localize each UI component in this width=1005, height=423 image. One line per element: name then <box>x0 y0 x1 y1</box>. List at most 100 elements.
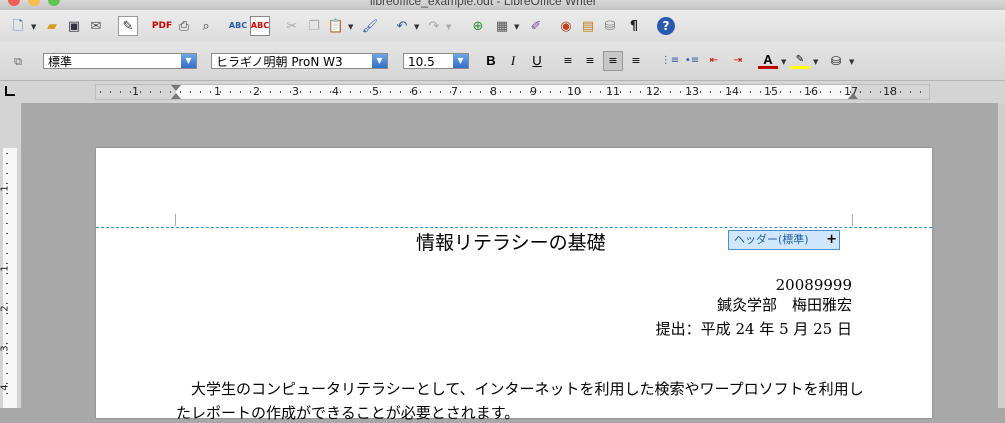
numbering-icon[interactable]: ⋮≡ <box>660 51 680 71</box>
ruler-tick <box>740 91 741 93</box>
ruler-number: 1 <box>0 185 11 192</box>
highlight-icon[interactable]: ✎ <box>790 51 810 69</box>
ruler-tick <box>100 91 101 93</box>
print-icon[interactable]: ⎙ <box>174 16 194 36</box>
align-left-icon[interactable]: ≡ <box>558 51 578 71</box>
new-dropdown-arrow[interactable]: ▼ <box>31 23 36 31</box>
print-preview-icon[interactable]: ⌕ <box>196 16 216 36</box>
left-indent-marker[interactable] <box>171 93 181 99</box>
submission-date: 提出：平成 24 年 5 月 25 日 <box>655 320 852 338</box>
ruler-tick <box>6 353 8 354</box>
chevron-down-icon[interactable]: ▼ <box>181 54 196 68</box>
ruler-tick <box>480 91 481 93</box>
paste-dropdown-arrow[interactable]: ▼ <box>348 23 353 31</box>
auto-spellcheck-icon[interactable]: ABC <box>250 16 270 36</box>
gallery-icon[interactable]: ▤ <box>578 16 598 36</box>
zoom-window-button[interactable] <box>48 0 60 6</box>
paragraph-style-select[interactable]: 標準 ▼ <box>43 53 197 69</box>
minimize-window-button[interactable] <box>28 0 40 6</box>
ruler-tick <box>620 91 621 93</box>
tab-stop-icon[interactable] <box>5 86 15 96</box>
decrease-indent-icon[interactable]: ⇤ <box>704 51 724 71</box>
ruler-number: 11 <box>606 85 620 98</box>
ruler-tick <box>650 91 651 93</box>
font-name-select[interactable]: ヒラギノ明朝 ProN W3 ▼ <box>211 53 388 69</box>
hyperlink-icon[interactable]: ⊕ <box>468 16 488 36</box>
ruler-tick <box>350 91 351 93</box>
italic-button[interactable]: I <box>503 51 523 71</box>
increase-indent-icon[interactable]: ⇥ <box>728 51 748 71</box>
table-icon[interactable]: ▦ <box>492 16 512 36</box>
show-draw-functions-icon[interactable]: ✐ <box>526 16 546 36</box>
save-icon[interactable]: ▣ <box>64 16 84 36</box>
cut-icon[interactable]: ✂ <box>282 16 302 36</box>
chevron-down-icon[interactable]: ▼ <box>372 54 387 68</box>
document-page[interactable]: 情報リテラシーの基礎 ヘッダー(標準) + 20089999 鍼灸学部 梅田雅宏… <box>96 148 932 422</box>
highlight-dropdown-arrow[interactable]: ▼ <box>813 58 818 66</box>
underline-button[interactable]: U <box>527 51 547 71</box>
ruler-tick <box>6 333 8 334</box>
ruler-tick <box>300 91 301 93</box>
styles-formatting-icon[interactable]: ⧉ <box>8 51 28 71</box>
add-header-icon[interactable]: + <box>826 231 837 249</box>
ruler-number: 15 <box>764 85 778 98</box>
ruler-tick <box>820 91 821 93</box>
ruler-tick <box>440 91 441 93</box>
table-dropdown-arrow[interactable]: ▼ <box>514 23 519 31</box>
ruler-tick <box>370 91 371 93</box>
spellcheck-icon[interactable]: ABC <box>228 16 248 36</box>
ruler-tick <box>280 91 281 93</box>
edit-mode-icon[interactable]: ✎ <box>118 16 138 36</box>
copy-icon[interactable]: ❐ <box>304 16 324 36</box>
undo-icon[interactable]: ↶ <box>392 16 412 36</box>
background-color-dropdown-arrow[interactable]: ▼ <box>849 58 854 66</box>
undo-dropdown-arrow[interactable]: ▼ <box>414 23 419 31</box>
ruler-tick <box>160 91 161 93</box>
department-name: 鍼灸学部 梅田雅宏 <box>716 296 852 314</box>
ruler-tick <box>6 283 8 284</box>
vertical-scrollbar[interactable] <box>998 103 1005 408</box>
ruler-tick <box>290 91 291 93</box>
navigator-icon[interactable]: ◉ <box>556 16 576 36</box>
ruler-tick <box>500 91 501 93</box>
bullets-icon[interactable]: •≡ <box>682 51 702 71</box>
redo-dropdown-arrow[interactable]: ▼ <box>446 23 451 31</box>
header-edit-tag[interactable]: ヘッダー(標準) + <box>728 230 840 250</box>
bold-button[interactable]: B <box>481 51 501 71</box>
font-color-button[interactable]: A <box>758 51 778 69</box>
help-icon[interactable]: ? <box>656 16 676 36</box>
ruler-tick <box>710 91 711 93</box>
paragraph-style-value: 標準 <box>48 55 73 69</box>
horizontal-ruler[interactable]: 1 1 2 3 4 5 6 7 8 9 10 11 12 13 14 15 16… <box>95 84 930 100</box>
vertical-ruler[interactable]: 1 1 2 3 4 <box>0 103 22 408</box>
ruler-tick <box>830 91 831 93</box>
new-document-icon[interactable]: 🗋 <box>8 16 28 36</box>
close-window-button[interactable] <box>8 0 20 6</box>
ruler-tick <box>6 223 8 224</box>
align-center-icon[interactable]: ≡ <box>580 51 600 71</box>
formatting-marks-icon[interactable]: ¶ <box>624 16 644 36</box>
email-icon[interactable]: ✉ <box>86 16 106 36</box>
redo-icon[interactable]: ↷ <box>424 16 444 36</box>
paste-icon[interactable]: 📋 <box>326 16 346 36</box>
ruler-tick <box>270 91 271 93</box>
background-color-icon[interactable]: ⛁ <box>826 51 846 71</box>
ruler-tick <box>6 183 8 184</box>
clone-formatting-icon[interactable]: 🖌 <box>360 16 380 36</box>
ruler-tick <box>250 91 251 93</box>
data-sources-icon[interactable]: ⛁ <box>600 16 620 36</box>
chevron-down-icon[interactable]: ▼ <box>453 54 468 68</box>
ruler-tick <box>6 293 8 294</box>
ruler-tick <box>6 203 8 204</box>
open-icon[interactable]: ▰ <box>42 16 62 36</box>
ruler-tick <box>130 91 131 93</box>
font-size-select[interactable]: 10.5 ▼ <box>403 53 469 69</box>
justify-icon[interactable]: ≡ <box>626 51 646 71</box>
ruler-tick <box>770 91 771 93</box>
ruler-tick <box>540 91 541 93</box>
export-pdf-icon[interactable]: PDF <box>152 16 172 36</box>
ruler-tick <box>490 91 491 93</box>
font-color-dropdown-arrow[interactable]: ▼ <box>781 58 786 66</box>
align-right-icon[interactable]: ≡ <box>603 51 623 71</box>
right-indent-marker[interactable] <box>848 93 858 99</box>
